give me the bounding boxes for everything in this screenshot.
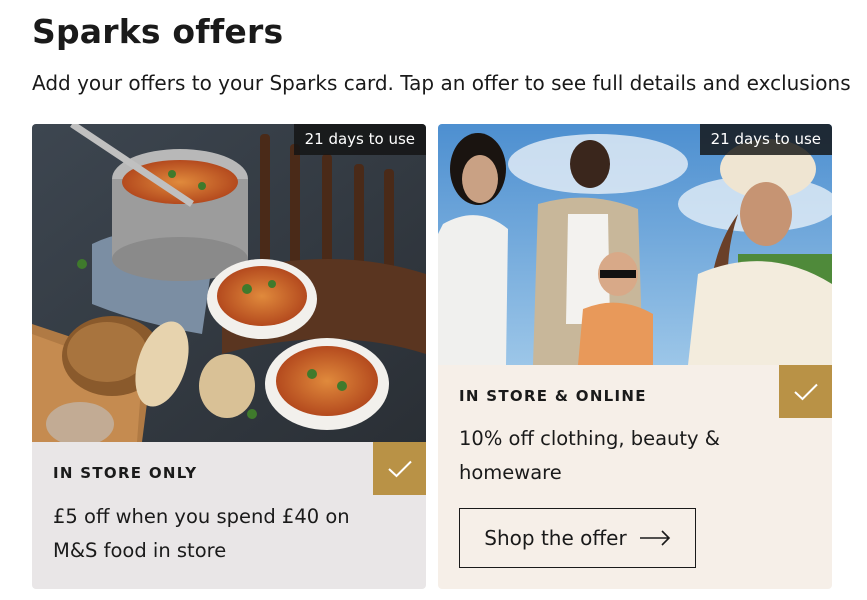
- offer-added-check-button[interactable]: [373, 442, 426, 495]
- offer-channel-label: IN STORE & ONLINE: [459, 387, 647, 405]
- shop-the-offer-label: Shop the offer: [484, 526, 627, 550]
- shop-the-offer-button[interactable]: Shop the offer: [459, 508, 696, 568]
- offer-added-check-button[interactable]: [779, 365, 832, 418]
- page-title: Sparks offers: [32, 12, 284, 51]
- offer-card-clothing[interactable]: 21 days to use IN STORE & ONLINE 10% off…: [438, 124, 832, 589]
- offer-card-food[interactable]: 21 days to use IN STORE ONLY £5 off when…: [32, 124, 426, 589]
- offer-image-food: [32, 124, 426, 442]
- sparks-offers-page: Sparks offers Add your offers to your Sp…: [0, 0, 867, 600]
- offer-description: £5 off when you spend £40 on M&S food in…: [53, 505, 350, 562]
- offer-channel-label: IN STORE ONLY: [53, 464, 198, 482]
- days-to-use-badge: 21 days to use: [293, 124, 426, 155]
- offer-description: 10% off clothing, beauty & homeware: [459, 427, 721, 484]
- fashion-photo: [438, 124, 832, 365]
- arrow-right-icon: [639, 530, 671, 546]
- check-icon: [793, 383, 818, 400]
- food-photo: [32, 124, 426, 442]
- days-to-use-badge: 21 days to use: [699, 124, 832, 155]
- offer-image-fashion: [438, 124, 832, 365]
- check-icon: [387, 460, 412, 477]
- page-subtitle: Add your offers to your Sparks card. Tap…: [32, 71, 851, 95]
